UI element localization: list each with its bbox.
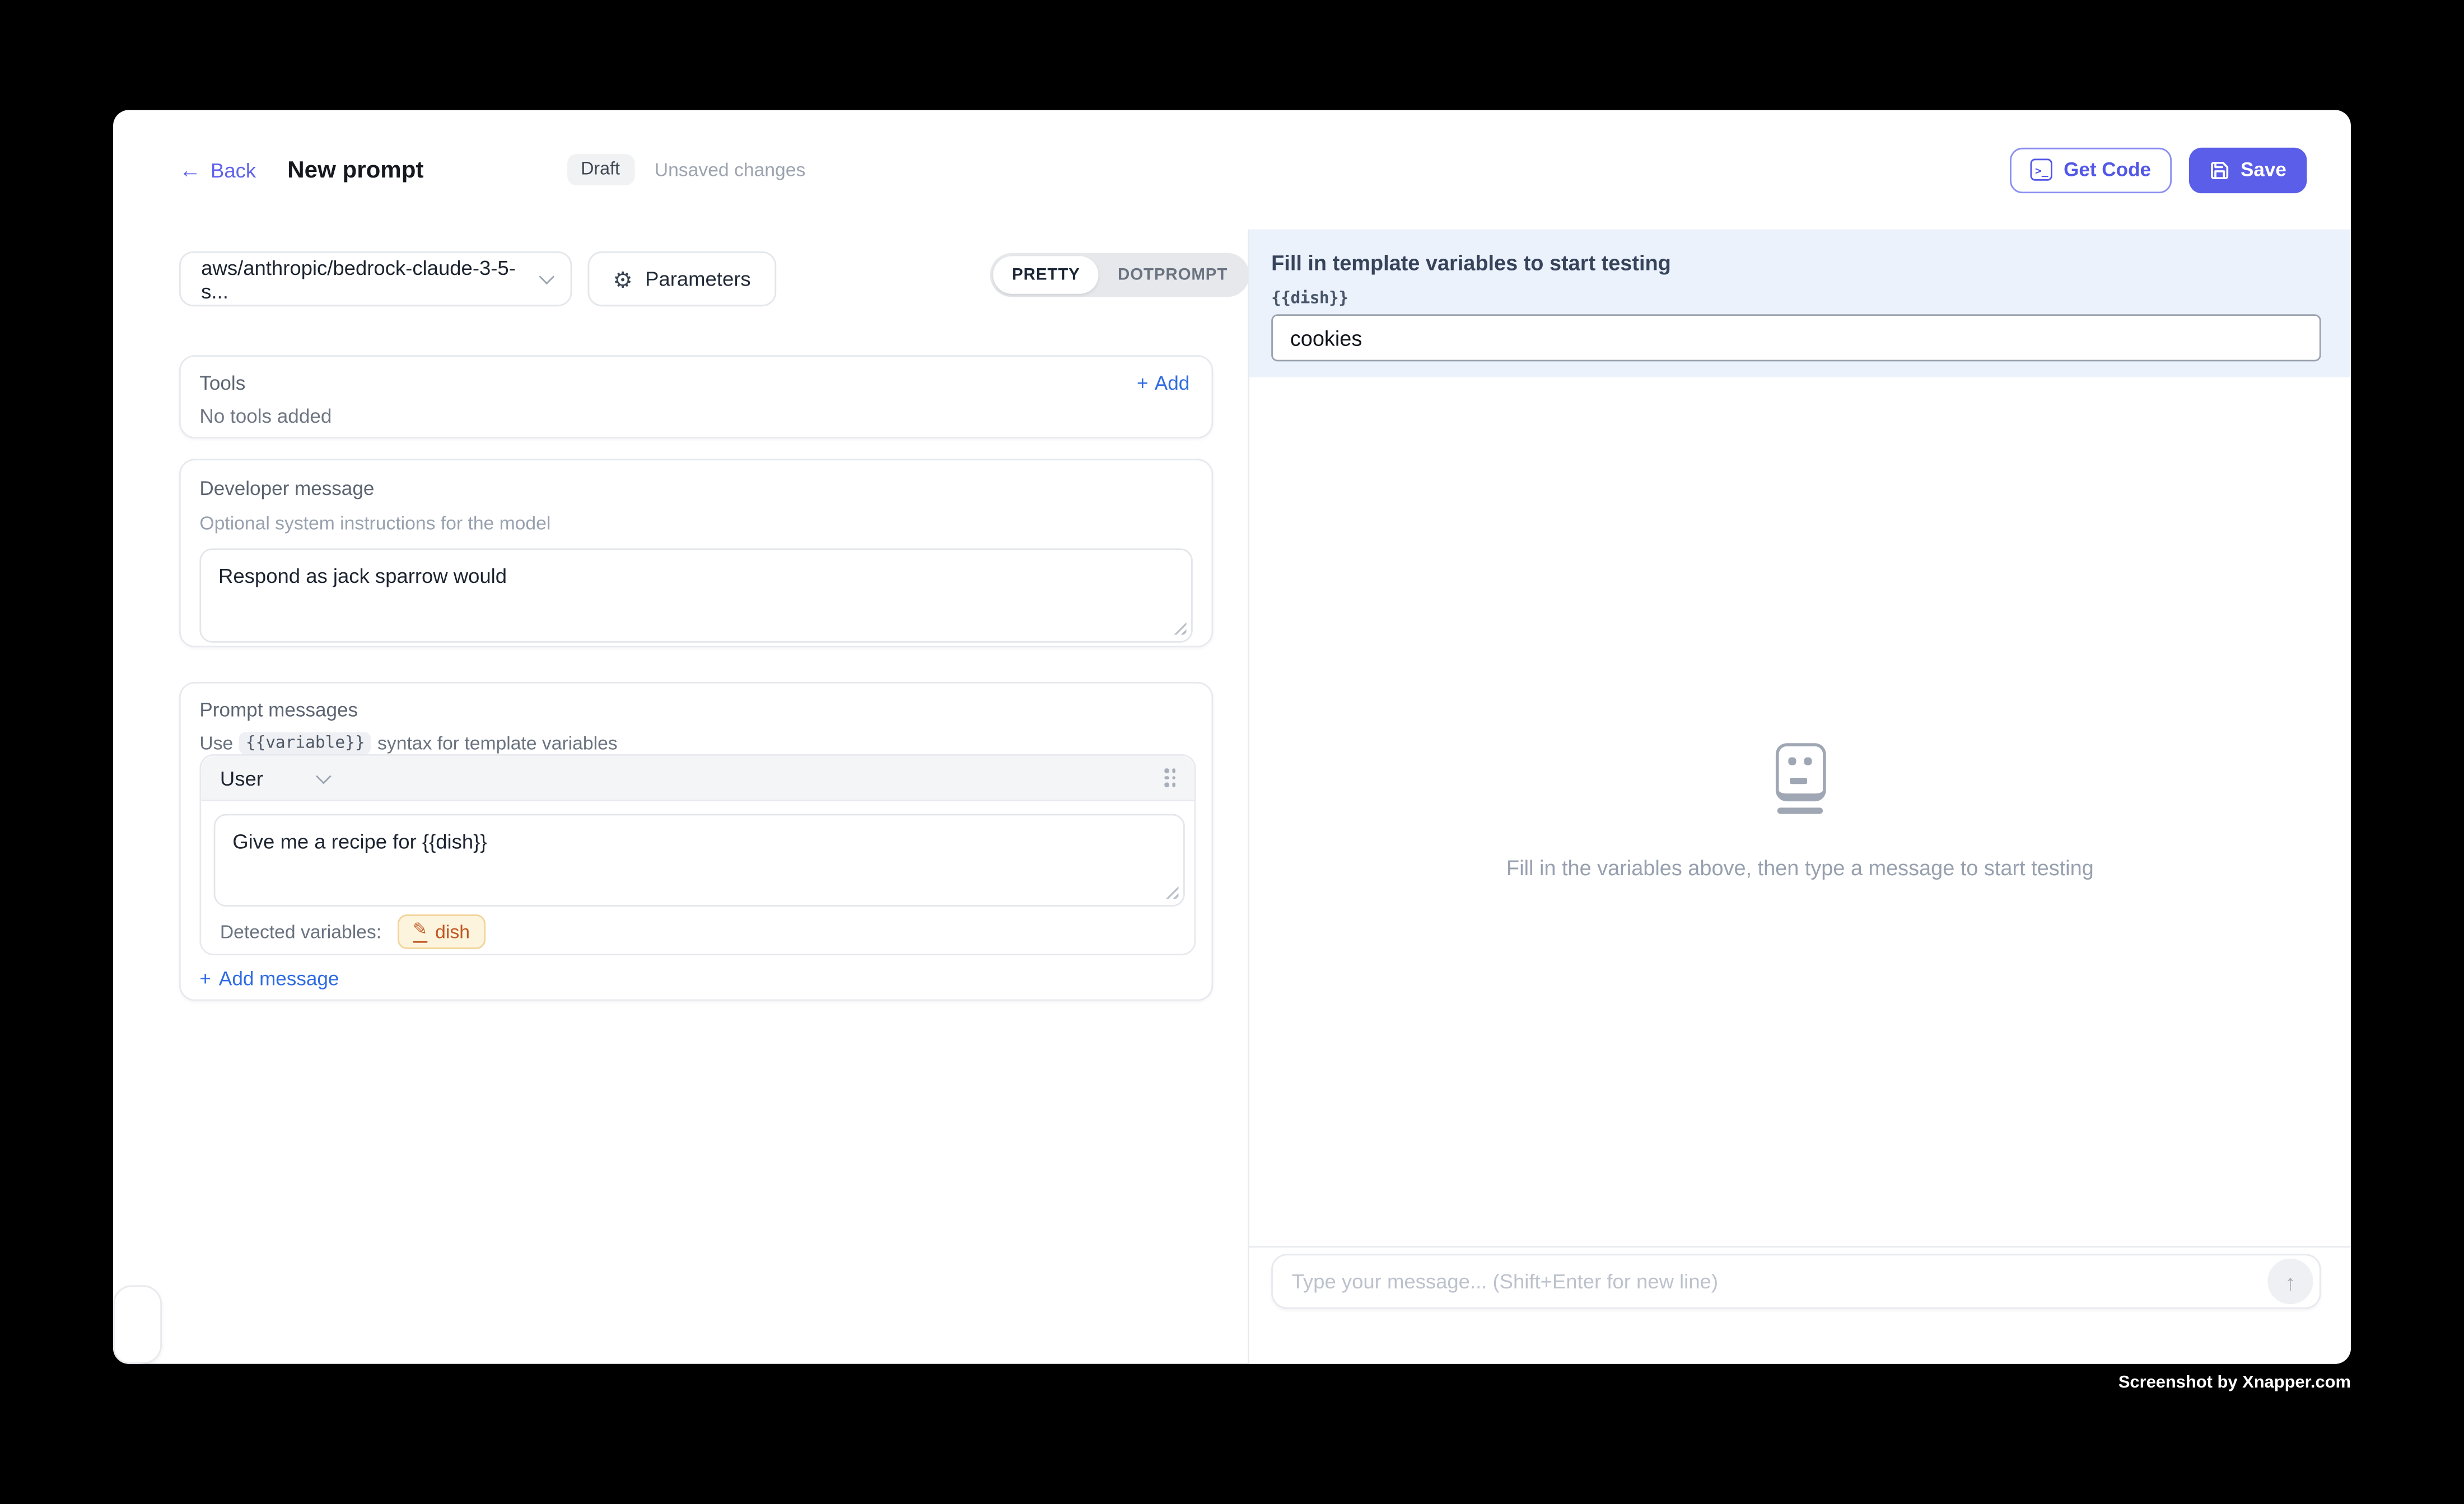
tools-empty-text: No tools added [199, 405, 1189, 427]
plus-icon: + [1137, 372, 1149, 394]
test-panel-title: Fill in template variables to start test… [1271, 251, 2321, 275]
save-icon [2209, 160, 2229, 180]
drag-handle-icon[interactable] [1164, 769, 1175, 787]
empty-state-text: Fill in the variables above, then type a… [1506, 857, 2094, 880]
variable-chip-dish[interactable]: ✎ dish [397, 914, 486, 949]
developer-message-title: Developer message [199, 478, 1192, 499]
parameters-button[interactable]: ⚙ Parameters [587, 251, 776, 306]
back-arrow-icon: ← [179, 158, 201, 180]
message-role-bar: User [201, 756, 1194, 801]
developer-message-subtitle: Optional system instructions for the mod… [199, 512, 1192, 534]
back-label: Back [211, 158, 256, 181]
chat-message-input[interactable] [1292, 1269, 2268, 1293]
gear-icon: ⚙ [613, 268, 632, 289]
developer-message-textarea[interactable]: Respond as jack sparrow would [199, 548, 1192, 642]
screenshot-stage: ← Back New prompt Draft Unsaved changes … [0, 0, 2464, 1504]
tools-title: Tools [199, 372, 245, 394]
message-block: User Give me a recipe for {{dish}} Detec… [199, 754, 1196, 955]
add-tool-button[interactable]: + Add [1137, 372, 1189, 394]
get-code-label: Get Code [2064, 158, 2151, 180]
status-badge: Draft [567, 154, 634, 185]
variable-input-label: {{dish}} [1271, 289, 2321, 308]
page-title: New prompt [287, 156, 423, 183]
chevron-down-icon[interactable] [316, 768, 332, 783]
prompt-messages-title: Prompt messages [199, 699, 1196, 721]
add-message-button[interactable]: + Add message [199, 968, 339, 990]
add-message-label: Add message [219, 968, 339, 990]
header: ← Back New prompt Draft Unsaved changes … [113, 110, 2351, 229]
prompt-messages-card: Prompt messages Use {{variable}} syntax … [179, 682, 1213, 1001]
subtitle-prefix: Use [199, 732, 233, 754]
send-arrow-icon: ↑ [2285, 1271, 2296, 1292]
variable-syntax-chip: {{variable}} [239, 732, 371, 754]
model-selector-value: aws/anthropic/bedrock-claude-3-5-s... [201, 255, 539, 302]
toggle-pretty[interactable]: PRETTY [993, 256, 1099, 293]
chat-input-bar: ↑ [1249, 1246, 2351, 1363]
role-selector[interactable]: User [220, 766, 263, 790]
developer-message-card: Developer message Optional system instru… [179, 459, 1213, 647]
plus-icon: + [199, 968, 211, 990]
subtitle-suffix: syntax for template variables [377, 732, 618, 754]
chevron-down-icon [539, 269, 555, 284]
app-window: ← Back New prompt Draft Unsaved changes … [113, 110, 2351, 1363]
terminal-icon: >_ [2031, 158, 2052, 180]
save-button[interactable]: Save [2188, 147, 2307, 192]
background-corner-box [113, 1285, 162, 1363]
prompt-messages-subtitle: Use {{variable}} syntax for template var… [199, 732, 1196, 754]
back-button[interactable]: ← Back [179, 158, 256, 181]
get-code-button[interactable]: >_ Get Code [2010, 147, 2172, 192]
model-bar: aws/anthropic/bedrock-claude-3-5-s... ⚙ … [179, 251, 776, 306]
detected-variables-label: Detected variables: [220, 921, 381, 942]
test-panel-header: Fill in template variables to start test… [1249, 230, 2351, 377]
robot-face-icon [1775, 743, 1826, 814]
detected-variables-row: Detected variables: ✎ dish [220, 914, 486, 949]
unsaved-changes-text: Unsaved changes [655, 158, 806, 180]
chat-empty-state: Fill in the variables above, then type a… [1249, 377, 2351, 1246]
test-panel: Fill in template variables to start test… [1248, 230, 2351, 1364]
save-label: Save [2241, 158, 2286, 180]
add-tool-label: Add [1155, 372, 1189, 394]
variable-value-input[interactable] [1271, 314, 2321, 361]
watermark-text: Screenshot by Xnapper.com [2118, 1374, 2351, 1393]
send-button[interactable]: ↑ [2267, 1259, 2313, 1304]
parameters-label: Parameters [645, 267, 751, 291]
view-mode-toggle: PRETTY DOTPROMPT [990, 253, 1250, 297]
message-textarea[interactable]: Give me a recipe for {{dish}} [214, 814, 1185, 907]
model-selector[interactable]: aws/anthropic/bedrock-claude-3-5-s... [179, 251, 572, 306]
pencil-icon: ✎ [413, 922, 427, 942]
toggle-dotprompt[interactable]: DOTPROMPT [1099, 256, 1247, 293]
tools-card: Tools + Add No tools added [179, 355, 1213, 438]
variable-chip-label: dish [435, 921, 470, 942]
